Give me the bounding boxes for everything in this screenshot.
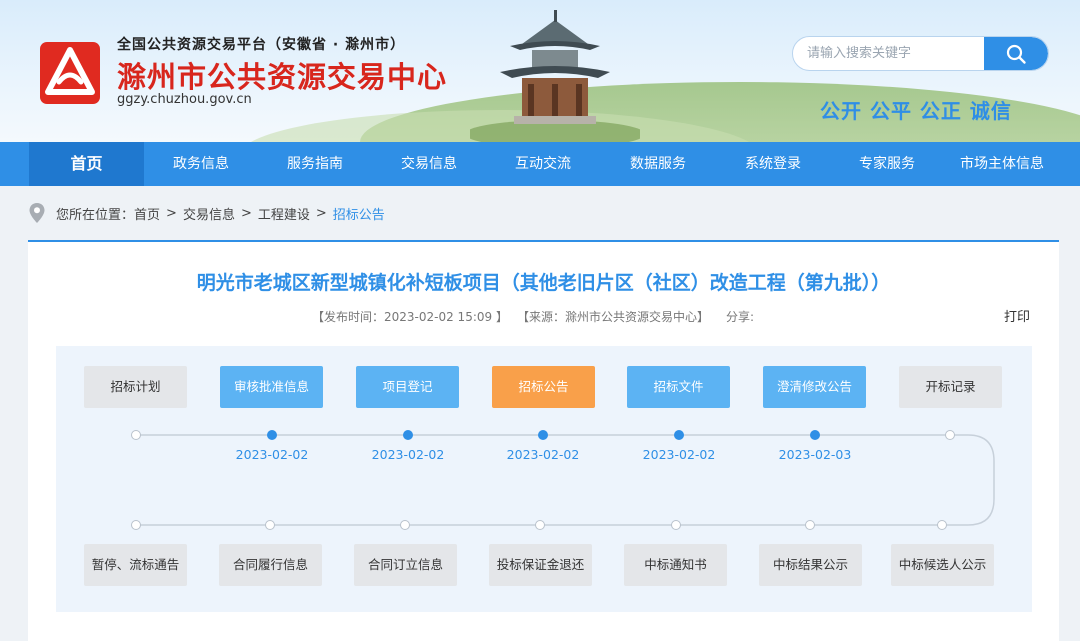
site-header: 全国公共资源交易平台（安徽省 · 滁州市） 滁州市公共资源交易中心 ggzy.c… [0, 0, 1080, 142]
breadcrumb-separator: > [166, 205, 177, 221]
nav-item-system-login[interactable]: 系统登录 [716, 142, 830, 186]
pavilion-illustration [470, 10, 640, 142]
timeline-dot [945, 430, 955, 440]
step-bidding-plan[interactable]: 招标计划 [84, 366, 187, 408]
step-date: 2023-02-02 [235, 447, 309, 462]
breadcrumb-prefix: 您所在位置： [56, 207, 135, 223]
step-date: 2023-02-02 [506, 447, 580, 462]
step-candidate-publicity[interactable]: 中标候选人公示 [891, 544, 994, 586]
timeline-dot [400, 520, 410, 530]
search-icon [1006, 44, 1026, 64]
site-domain: ggzy.chuzhou.gov.cn [117, 92, 252, 107]
search-box [792, 36, 1049, 71]
step-bidding-announcement[interactable]: 招标公告 [492, 366, 595, 408]
slogan: 公开 公平 公正 诚信 [820, 99, 1012, 123]
step-approval-info[interactable]: 审核批准信息 [220, 366, 323, 408]
timeline-dot [937, 520, 947, 530]
site-title: 滁州市公共资源交易中心 [117, 60, 448, 94]
article-title: 明光市老城区新型城镇化补短板项目（其他老旧片区（社区）改造工程（第九批）） [196, 272, 891, 294]
timeline-dot [674, 430, 684, 440]
breadcrumb-current[interactable]: 招标公告 [333, 204, 385, 223]
breadcrumb-construction[interactable]: 工程建设 [258, 204, 310, 223]
search-input[interactable] [807, 37, 982, 70]
breadcrumb-separator: > [315, 205, 327, 221]
step-deposit-refund[interactable]: 投标保证金退还 [489, 544, 592, 586]
logo-mark-icon [40, 42, 100, 104]
nav-item-government-info[interactable]: 政务信息 [144, 142, 258, 186]
search-button[interactable] [984, 37, 1048, 70]
step-project-registration[interactable]: 项目登记 [356, 366, 459, 408]
timeline-dot [538, 430, 548, 440]
timeline-dot [131, 430, 141, 440]
article-panel: 明光市老城区新型城镇化补短板项目（其他老旧片区（社区）改造工程（第九批）） 【发… [28, 242, 1059, 641]
timeline-dot [671, 520, 681, 530]
publish-time: 【发布时间：2023-02-02 15:09 】 [312, 310, 508, 324]
nav-item-trade-info[interactable]: 交易信息 [372, 142, 486, 186]
main-nav: 首页 政务信息 服务指南 交易信息 互动交流 数据服务 系统登录 专家服务 市场… [0, 142, 1080, 186]
step-date: 2023-02-03 [778, 447, 852, 462]
nav-item-interaction[interactable]: 互动交流 [486, 142, 600, 186]
timeline-dot [805, 520, 815, 530]
print-button[interactable]: 打印 [1004, 306, 1030, 325]
step-contract-signing[interactable]: 合同订立信息 [354, 544, 457, 586]
step-award-notice[interactable]: 中标通知书 [624, 544, 727, 586]
step-bid-opening-record[interactable]: 开标记录 [899, 366, 1002, 408]
step-suspension-notice[interactable]: 暂停、流标通告 [84, 544, 187, 586]
breadcrumb-trade-info[interactable]: 交易信息 [183, 204, 235, 223]
article-source: 【来源：滁州市公共资源交易中心】 [517, 310, 710, 324]
timeline-dot [810, 430, 820, 440]
timeline-dot [403, 430, 413, 440]
share-label: 分享: [726, 310, 755, 324]
breadcrumb-home[interactable]: 首页 [134, 204, 160, 223]
location-pin-icon [29, 203, 45, 223]
nav-item-home[interactable]: 首页 [29, 142, 144, 186]
platform-subtitle: 全国公共资源交易平台（安徽省 · 滁州市） [117, 37, 406, 53]
nav-item-service-guide[interactable]: 服务指南 [258, 142, 372, 186]
step-bidding-documents[interactable]: 招标文件 [627, 366, 730, 408]
nav-item-data-service[interactable]: 数据服务 [600, 142, 716, 186]
process-flow: 招标计划 审核批准信息 项目登记 招标公告 招标文件 澄清修改公告 开标记录 2… [56, 346, 1032, 612]
step-contract-performance[interactable]: 合同履行信息 [219, 544, 322, 586]
breadcrumb-separator: > [240, 205, 252, 221]
timeline-dot [265, 520, 275, 530]
step-date: 2023-02-02 [642, 447, 716, 462]
step-clarification-notice[interactable]: 澄清修改公告 [763, 366, 866, 408]
step-award-result[interactable]: 中标结果公示 [759, 544, 862, 586]
timeline-dot [267, 430, 277, 440]
nav-item-market-entity[interactable]: 市场主体信息 [944, 142, 1060, 186]
step-date: 2023-02-02 [371, 447, 445, 462]
breadcrumb: 您所在位置： 首页 > 交易信息 > 工程建设 > 招标公告 [28, 200, 385, 226]
nav-item-expert-service[interactable]: 专家服务 [830, 142, 944, 186]
timeline-dot [131, 520, 141, 530]
timeline-dot [535, 520, 545, 530]
